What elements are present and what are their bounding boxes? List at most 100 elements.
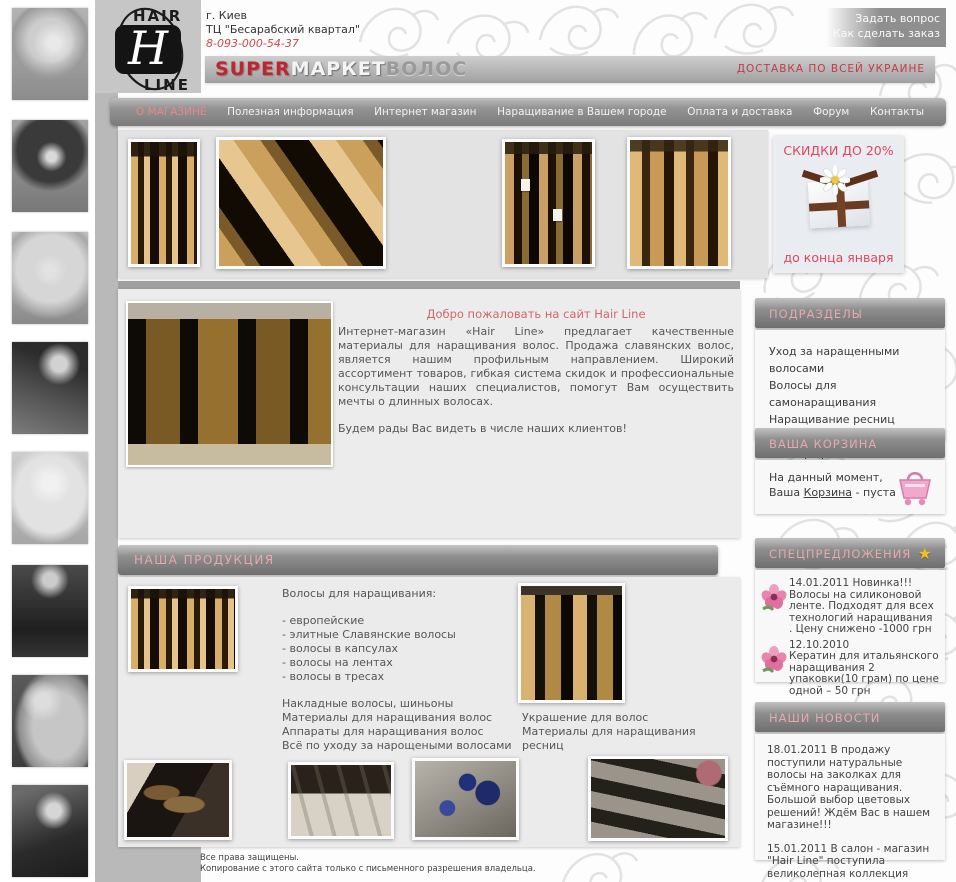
- specials-header: СПЕЦПРЕДЛОЖЕНИЯ ★: [755, 538, 945, 568]
- product-photo-hair[interactable]: [128, 586, 238, 672]
- flower-icon: [761, 578, 789, 636]
- product-photo-hanging-hair[interactable]: [518, 583, 625, 703]
- special-offer-text: 14.01.2011 Новинка!!! Волосы на силиконо…: [789, 577, 939, 636]
- brand-volos: ВОЛОС: [385, 58, 468, 80]
- logo-h-letter: H: [127, 21, 169, 75]
- store-address: г. Киев ТЦ "Бесарабский квартал" 8-093-0…: [206, 9, 360, 51]
- gallery-photo-strands[interactable]: [128, 139, 200, 267]
- cart-header: ВАША КОРЗИНА: [755, 428, 945, 458]
- products-list: - европейские - элитные Славянские волос…: [282, 614, 532, 684]
- product-extra-devices[interactable]: Аппараты для наращивания волос: [282, 725, 532, 739]
- special-offer-body: Кератин для итальянского наращивания 2 у…: [789, 650, 939, 697]
- brand-wordmark: SUPERМАРКЕТВОЛОС: [215, 58, 467, 80]
- section-link-self[interactable]: Волосы для самонаращивания: [769, 377, 945, 411]
- special-offer-body: 14.01.2011 Новинка!!! Волосы на силиконо…: [789, 577, 934, 635]
- model-photo-7: [12, 675, 88, 767]
- nav-item-city[interactable]: Наращивание в Вашем городе: [497, 106, 667, 118]
- model-photo-3: [12, 232, 88, 324]
- model-photo-1: [12, 8, 88, 100]
- nav-item-about[interactable]: О МАГАЗИНЕ: [136, 106, 207, 118]
- nav-item-shop[interactable]: Интернет магазин: [374, 106, 476, 118]
- promo-discount-text: СКИДКИ ДО 20%: [783, 143, 894, 158]
- news-item-1: 18.01.2011 В продажу поступили натуральн…: [767, 744, 931, 831]
- model-photo-5: [12, 452, 88, 544]
- footer-copyright: Все права защищены. Копирование с этого …: [200, 853, 536, 875]
- promo-until-text: до конца января: [783, 250, 894, 265]
- address-mall: ТЦ "Бесарабский квартал": [206, 23, 360, 36]
- salon-interior-photo: [126, 301, 333, 467]
- footer-gray-block: [95, 845, 201, 882]
- nav-item-info[interactable]: Полезная информация: [227, 106, 353, 118]
- cart-text-pre: Ваша: [769, 486, 804, 499]
- vertical-divider-band: [95, 0, 118, 882]
- product-type-capsules[interactable]: - волосы в капсулах: [282, 642, 532, 656]
- special-offer-text: 12.10.2010 Кератин для итальянского нара…: [789, 639, 939, 698]
- product-extra-care[interactable]: Всё по уходу за нарощеными волосами: [282, 739, 532, 753]
- brand-market: МАРКЕТ: [290, 58, 386, 80]
- product-type-european[interactable]: - европейские: [282, 614, 532, 628]
- products-panel: Волосы для наращивания: - европейские - …: [118, 577, 740, 847]
- product-photo-glue-pots[interactable]: [412, 758, 519, 840]
- specials-title: СПЕЦПРЕДЛОЖЕНИЯ: [769, 547, 912, 561]
- news-item-2: 15.01.2011 В салон - магазин "Hair Line"…: [767, 842, 930, 882]
- gallery-photo-tagged-hair[interactable]: [502, 139, 595, 267]
- product-link-decor[interactable]: Украшение для волос: [522, 711, 740, 725]
- news-header: НАШИ НОВОСТИ: [755, 702, 945, 732]
- product-photo-eyelashes[interactable]: [588, 756, 728, 841]
- product-type-slavic[interactable]: - элитные Славянские волосы: [282, 628, 532, 642]
- welcome-paragraph-1: Интернет-магазин «Hair Line» предлагает …: [338, 325, 734, 408]
- news-list: 18.01.2011 В продажу поступили натуральн…: [755, 734, 945, 882]
- gallery-photo-closeup[interactable]: [216, 137, 386, 269]
- gallery-panel: [118, 130, 768, 278]
- ask-question-link[interactable]: Задать вопрос: [826, 11, 940, 26]
- header-links: Задать вопрос Как сделать заказ: [826, 8, 946, 47]
- delivery-note: ДОСТАВКА ПО ВСЕЙ УКРАИНЕ: [736, 63, 925, 75]
- product-link-lashes[interactable]: Материалы для наращивания ресниц: [522, 725, 740, 753]
- flower-icon: [761, 640, 789, 698]
- product-photo-packets[interactable]: [288, 762, 394, 839]
- page: HAIR H LINE г. Киев ТЦ "Бесарабский квар…: [0, 0, 956, 882]
- welcome-panel: Добро пожаловать на сайт Hair Line Интер…: [118, 289, 740, 538]
- model-photo-8: [12, 785, 88, 877]
- discount-promo-banner[interactable]: СКИДКИ ДО 20% до конца января: [773, 136, 904, 273]
- content-top-bar: [118, 281, 740, 289]
- cart-text-post: - пуста: [852, 486, 896, 499]
- model-photo-4: [12, 342, 88, 434]
- product-extra-wigs[interactable]: Накладные волосы, шиньоны: [282, 697, 532, 711]
- main-nav: О МАГАЗИНЕ Полезная информация Интернет …: [110, 98, 946, 126]
- specials-list: 14.01.2011 Новинка!!! Волосы на силиконо…: [755, 570, 945, 696]
- welcome-text: Интернет-магазин «Hair Line» предлагает …: [338, 325, 734, 436]
- footer-line-2: Копирование с этого сайта только с письм…: [200, 864, 536, 874]
- nav-item-forum[interactable]: Форум: [813, 106, 849, 118]
- star-icon: ★: [917, 544, 933, 563]
- cart-box: На данный момент, Ваша Корзина - пуста: [755, 460, 945, 514]
- product-photo-brushes[interactable]: [124, 760, 232, 840]
- how-to-order-link[interactable]: Как сделать заказ: [826, 26, 940, 41]
- cart-link[interactable]: Корзина: [804, 486, 852, 499]
- welcome-title: Добро пожаловать на сайт Hair Line: [426, 307, 646, 321]
- special-offer-item[interactable]: 14.01.2011 Новинка!!! Волосы на силиконо…: [761, 577, 939, 636]
- section-link-care[interactable]: Уход за наращенными волосами: [769, 343, 945, 377]
- left-photo-column: [0, 0, 95, 882]
- hairline-logo: HAIR H LINE: [106, 4, 194, 97]
- daisy-flower-icon: [820, 165, 850, 195]
- nav-item-contacts[interactable]: Контакты: [870, 106, 924, 118]
- brand-banner: SUPERМАРКЕТВОЛОС ДОСТАВКА ПО ВСЕЙ УКРАИН…: [205, 56, 935, 83]
- special-offer-item[interactable]: 12.10.2010 Кератин для итальянского нара…: [761, 639, 939, 698]
- section-link-lashes[interactable]: Наращивание ресниц: [769, 411, 945, 428]
- product-extra-materials[interactable]: Материалы для наращивания волос: [282, 711, 532, 725]
- sections-header: ПОДРАЗДЕЛЫ: [755, 298, 945, 328]
- phone-number: 8-093-000-54-37: [206, 37, 299, 50]
- nav-item-payment[interactable]: Оплата и доставка: [687, 106, 792, 118]
- address-city: г. Киев: [206, 9, 247, 22]
- products-intro: Волосы для наращивания:: [282, 587, 437, 600]
- footer-line-1: Все права защищены.: [200, 853, 299, 863]
- product-type-tapes[interactable]: - волосы на лентах: [282, 656, 532, 670]
- product-type-wefts[interactable]: - волосы в тресах: [282, 670, 532, 684]
- model-photo-2: [12, 120, 88, 212]
- products-text: Волосы для наращивания: - европейские - …: [282, 587, 532, 753]
- brand-super: SUPER: [215, 58, 291, 80]
- products-extra-list: Накладные волосы, шиньоны Материалы для …: [282, 697, 532, 753]
- gallery-photo-rack[interactable]: [627, 137, 731, 269]
- logo-line-text: LINE: [144, 76, 190, 94]
